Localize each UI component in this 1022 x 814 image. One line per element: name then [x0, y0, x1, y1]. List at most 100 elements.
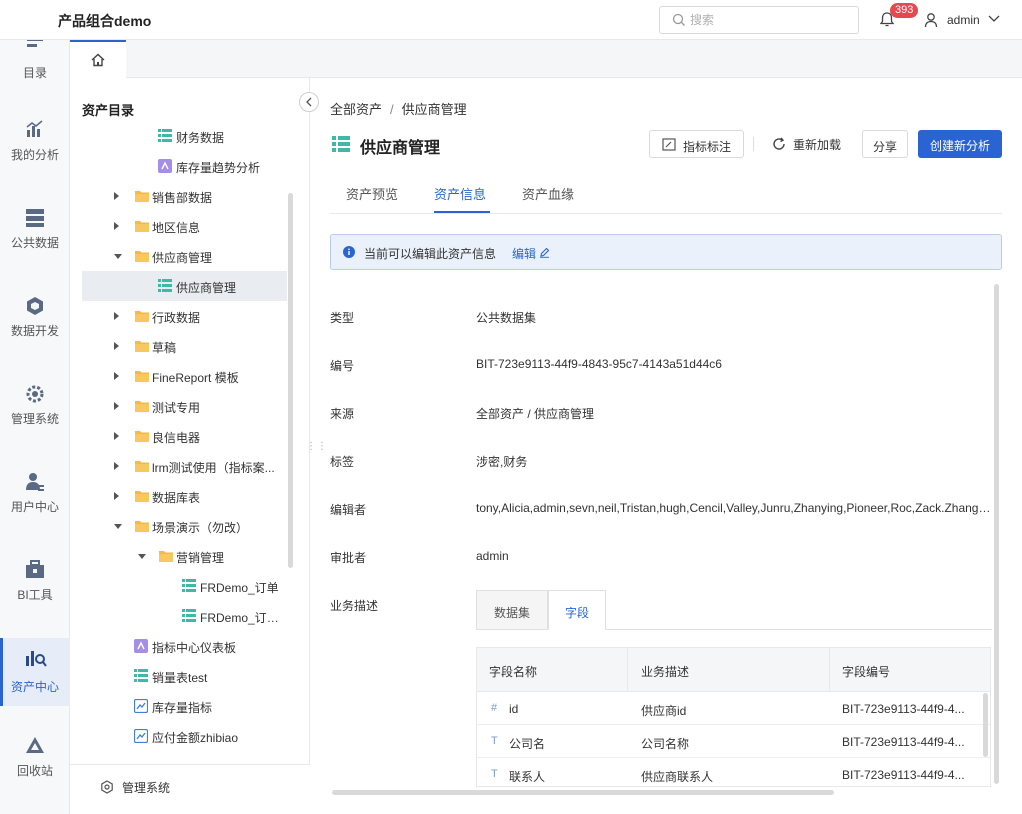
- folder-icon: [134, 249, 150, 266]
- tree-item[interactable]: 测试专用: [82, 391, 287, 421]
- subtab-fields[interactable]: 字段: [548, 590, 606, 630]
- field-label-editors: 编辑者: [330, 503, 367, 517]
- top-bar: 产品组合demo 393 admin: [0, 0, 1022, 40]
- caret-right-icon[interactable]: [114, 432, 119, 440]
- search-icon: [672, 13, 685, 26]
- tab-preview[interactable]: 资产预览: [346, 184, 398, 203]
- share-button[interactable]: 分享: [862, 130, 908, 158]
- tree-item[interactable]: 库存量指标: [82, 691, 287, 721]
- tree-item[interactable]: FRDemo_订单...: [82, 601, 287, 631]
- nav-item-recycle-bin[interactable]: 回收站: [0, 736, 70, 804]
- chart-icon: [26, 120, 43, 137]
- caret-right-icon[interactable]: [114, 342, 119, 350]
- tree-item-label: 场景演示（勿改）: [152, 521, 249, 535]
- folder-icon: [134, 459, 150, 476]
- nav-item-my-analysis[interactable]: 我的分析: [0, 120, 70, 188]
- tree-item-label: 财务数据: [176, 131, 225, 145]
- chevron-down-icon[interactable]: [988, 15, 1000, 23]
- nav-item-bi-tools[interactable]: BI工具: [0, 560, 70, 628]
- search-box[interactable]: [659, 6, 859, 34]
- horizontal-scrollbar[interactable]: [332, 790, 834, 795]
- tab-lineage[interactable]: 资产血缘: [522, 184, 574, 203]
- tree-item[interactable]: 地区信息: [82, 211, 287, 241]
- caret-right-icon[interactable]: [114, 192, 119, 200]
- tree-item[interactable]: 数据库表: [82, 481, 287, 511]
- table-scrollbar[interactable]: [983, 693, 988, 757]
- subtab-dataset[interactable]: 数据集: [476, 590, 548, 630]
- field-label-type: 类型: [330, 311, 355, 325]
- settings-icon: [101, 780, 113, 794]
- tree-item[interactable]: 销售部数据: [82, 181, 287, 211]
- dataset-icon: [158, 129, 172, 146]
- nav-item-catalog[interactable]: 目录: [0, 38, 70, 106]
- field-label-source: 来源: [330, 407, 355, 421]
- folder-icon: [134, 339, 150, 356]
- breadcrumb-root[interactable]: 全部资产: [330, 102, 382, 117]
- caret-right-icon[interactable]: [114, 402, 119, 410]
- home-icon: [91, 53, 105, 67]
- metric-annotate-button[interactable]: 指标标注: [649, 130, 744, 158]
- nav-item-public-data[interactable]: 公共数据: [0, 208, 70, 276]
- tree-item-label: FineReport 模板: [152, 371, 239, 385]
- caret-down-icon[interactable]: [138, 554, 146, 559]
- nav-item-data-dev[interactable]: 数据开发: [0, 296, 70, 364]
- caret-right-icon[interactable]: [114, 462, 119, 470]
- tree-item[interactable]: 场景演示（勿改）: [82, 511, 287, 541]
- recycle-icon: [26, 737, 44, 753]
- caret-right-icon[interactable]: [114, 372, 119, 380]
- drag-handle-icon[interactable]: ⋮⋮: [306, 441, 328, 452]
- tab-info[interactable]: 资产信息: [434, 184, 486, 203]
- tree-item[interactable]: 供应商管理: [82, 271, 287, 301]
- tree-item[interactable]: FineReport 模板: [82, 361, 287, 391]
- tree-item[interactable]: lrm测试使用（指标案...: [82, 451, 287, 481]
- nav-item-asset-center[interactable]: 资产中心: [0, 638, 70, 706]
- field-label-tags: 标签: [330, 455, 355, 469]
- tree-item-label: 行政数据: [152, 311, 201, 325]
- search-input[interactable]: [690, 11, 850, 29]
- folder-icon: [134, 489, 150, 506]
- caret-right-icon[interactable]: [114, 312, 119, 320]
- tree-scrollbar[interactable]: [288, 193, 293, 568]
- dataset-icon: [182, 579, 196, 596]
- tree-item[interactable]: 指标中心仪表板: [82, 631, 287, 661]
- user-icon[interactable]: [924, 12, 938, 28]
- page-tab-strip: [70, 40, 1022, 78]
- caret-down-icon[interactable]: [114, 254, 122, 259]
- create-analysis-button[interactable]: 创建新分析: [918, 130, 1002, 158]
- tree-item[interactable]: 良信电器: [82, 421, 287, 451]
- user-name[interactable]: admin: [947, 13, 980, 27]
- tree-item[interactable]: 财务数据: [82, 121, 287, 151]
- dataset-icon: [182, 609, 196, 626]
- fields-table: 字段名称 业务描述 字段编号 # id 供应商id BIT-723e9113-4…: [476, 647, 991, 787]
- table-row[interactable]: T 公司名 公司名称 BIT-723e9113-44f9-4...: [477, 725, 990, 758]
- table-row[interactable]: T 联系人 供应商联系人 BIT-723e9113-44f9-4...: [477, 758, 990, 786]
- dataset-icon: [332, 136, 350, 152]
- nav-item-user-center[interactable]: 用户中心: [0, 472, 70, 540]
- tree-item[interactable]: FRDemo_订单: [82, 571, 287, 601]
- content-scrollbar[interactable]: [994, 284, 999, 784]
- pencil-icon[interactable]: [539, 247, 550, 258]
- col-header-code: 字段编号: [842, 665, 891, 679]
- field-label-business-desc: 业务描述: [330, 599, 379, 613]
- table-row[interactable]: # id 供应商id BIT-723e9113-44f9-4...: [477, 692, 990, 725]
- tree-item[interactable]: 应付金额zhibiao: [82, 721, 287, 751]
- analysis-icon: [134, 639, 148, 656]
- page-title: 供应商管理: [360, 140, 441, 157]
- home-tab[interactable]: [70, 40, 126, 78]
- tree-item-label: FRDemo_订单: [200, 581, 279, 595]
- folder-icon: [134, 369, 150, 386]
- nav-item-admin[interactable]: 管理系统: [0, 384, 70, 452]
- tree-footer[interactable]: 管理系统: [70, 764, 310, 814]
- tree-item[interactable]: 行政数据: [82, 301, 287, 331]
- user-group-icon: [26, 473, 44, 491]
- tree-item[interactable]: 供应商管理: [82, 241, 287, 271]
- caret-right-icon[interactable]: [114, 492, 119, 500]
- caret-right-icon[interactable]: [114, 222, 119, 230]
- tree-item[interactable]: 营销管理: [82, 541, 287, 571]
- collapse-panel-button[interactable]: [299, 92, 319, 112]
- tree-item[interactable]: 库存量趋势分析: [82, 151, 287, 181]
- caret-down-icon[interactable]: [114, 524, 122, 529]
- tree-item[interactable]: 草稿: [82, 331, 287, 361]
- edit-link[interactable]: 编辑: [512, 245, 536, 262]
- tree-item[interactable]: 销量表test: [82, 661, 287, 691]
